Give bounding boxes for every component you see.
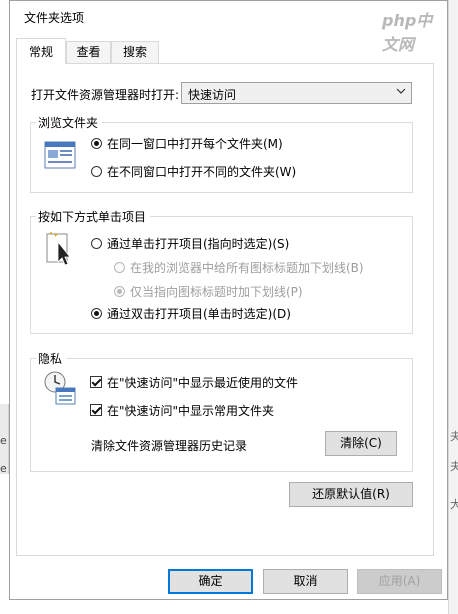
underline-point-radio[interactable] [114,286,125,297]
same-window-label[interactable]: 在同一窗口中打开每个文件夹(M) [107,135,283,152]
background-text: 大 [450,498,458,511]
show-frequent-folders-checkbox[interactable] [90,404,102,416]
clear-history-label: 清除文件资源管理器历史记录 [91,439,248,453]
background-window-edge [448,0,458,614]
browse-folders-legend: 浏览文件夹 [36,114,103,131]
background-text: 夫 [450,430,458,443]
cursor-click-icon [46,232,71,266]
restore-defaults-button[interactable]: 还原默认值(R) [289,482,413,507]
underline-point-label[interactable]: 仅当指向图标标题时加下划线(P) [130,283,303,300]
open-explorer-dropdown[interactable]: 快速访问 [181,82,412,104]
ok-button[interactable]: 确定 [168,569,253,594]
open-explorer-value: 快速访问 [188,88,237,102]
click-items-legend: 按如下方式单击项目 [36,208,151,225]
privacy-legend: 隐私 [36,350,67,367]
cancel-button[interactable]: 取消 [263,569,348,594]
single-click-radio[interactable] [91,238,102,249]
tab-view[interactable]: 查看 [66,41,111,63]
chevron-down-icon [396,88,406,94]
same-window-radio[interactable] [91,138,102,149]
show-recent-files-checkbox[interactable] [90,376,102,388]
same-window-icon [44,141,76,169]
single-click-label[interactable]: 通过单击打开项目(指向时选定)(S) [107,235,289,252]
double-click-radio[interactable] [91,308,102,319]
different-window-label[interactable]: 在不同窗口中打开不同的文件夹(W) [107,163,296,180]
open-explorer-label: 打开文件资源管理器时打开: [31,88,180,102]
privacy-clock-icon [44,371,76,405]
dialog-title: 文件夹选项 [24,11,85,25]
browse-folders-group [30,122,413,193]
underline-always-label[interactable]: 在我的浏览器中给所有图标标题加下划线(B) [130,259,364,276]
background-text: e [0,462,7,475]
background-text: e [0,434,7,447]
different-window-radio[interactable] [91,166,102,177]
show-frequent-folders-label[interactable]: 在"快速访问"中显示常用文件夹 [107,402,274,419]
background-text: 夫 [450,460,458,473]
tab-search[interactable]: 搜索 [111,41,159,63]
underline-always-radio[interactable] [114,262,125,273]
show-recent-files-label[interactable]: 在"快速访问"中显示最近使用的文件 [107,374,298,391]
watermark-logo: php中文网 [382,11,433,54]
clear-history-button[interactable]: 清除(C) [325,431,397,456]
apply-button[interactable]: 应用(A) [357,569,442,594]
tab-general[interactable]: 常规 [16,38,66,64]
double-click-label[interactable]: 通过双击打开项目(单击时选定)(D) [107,305,291,322]
